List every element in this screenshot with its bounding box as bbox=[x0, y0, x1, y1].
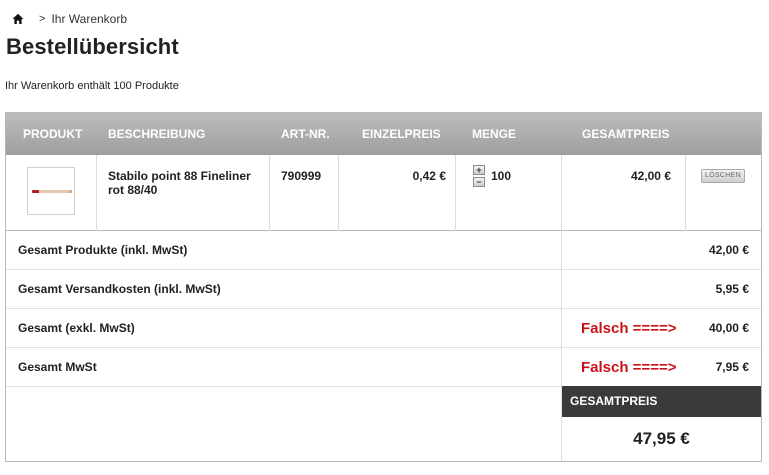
product-total-price: 42,00 € bbox=[630, 169, 671, 183]
table-row: Stabilo point 88 Fineliner rot 88/40 790… bbox=[6, 155, 761, 231]
cart-count-text: Ihr Warenkorb enthält 100 Produkte bbox=[5, 80, 179, 92]
summary-value: 7,95 € bbox=[715, 360, 749, 374]
fineliner-product-image bbox=[32, 190, 72, 193]
quantity-increase-button[interactable]: + bbox=[473, 165, 485, 175]
summary-row-vat: Gesamt MwSt Falsch ====> 7,95 € bbox=[6, 348, 761, 387]
summary-row-net-total: Gesamt (exkl. MwSt) Falsch ====> 40,00 € bbox=[6, 309, 761, 348]
cart-table: PRODUKT BESCHREIBUNG ART-NR. EINZELPREIS… bbox=[5, 112, 762, 462]
header-produkt: PRODUKT bbox=[23, 127, 83, 141]
header-beschreibung: BESCHREIBUNG bbox=[108, 127, 206, 141]
header-menge: MENGE bbox=[472, 127, 517, 141]
breadcrumb-separator: > bbox=[39, 13, 46, 25]
quantity-value[interactable]: 100 bbox=[491, 169, 511, 183]
breadcrumb-current: Ihr Warenkorb bbox=[51, 12, 128, 26]
breadcrumb: > Ihr Warenkorb bbox=[12, 12, 127, 26]
product-unit-price: 0,42 € bbox=[412, 169, 446, 183]
page-title: Bestellübersicht bbox=[6, 34, 179, 59]
grand-total-label: GESAMTPREIS bbox=[562, 386, 761, 417]
summary-row-shipping: Gesamt Versandkosten (inkl. MwSt) 5,95 € bbox=[6, 270, 761, 309]
header-einzelpreis: EINZELPREIS bbox=[362, 127, 441, 141]
table-header: PRODUKT BESCHREIBUNG ART-NR. EINZELPREIS… bbox=[6, 113, 761, 155]
summary-label: Gesamt Versandkosten (inkl. MwSt) bbox=[18, 282, 221, 296]
home-icon[interactable] bbox=[12, 13, 24, 25]
summary-value: 40,00 € bbox=[708, 321, 749, 335]
header-gesamtpreis: GESAMTPREIS bbox=[582, 127, 670, 141]
header-art-nr: ART-NR. bbox=[281, 127, 330, 141]
quantity-decrease-button[interactable]: − bbox=[473, 177, 485, 187]
summary-row-products: Gesamt Produkte (inkl. MwSt) 42,00 € bbox=[6, 231, 761, 270]
product-art-nr: 790999 bbox=[281, 169, 322, 183]
summary-label: Gesamt Produkte (inkl. MwSt) bbox=[18, 243, 188, 257]
falsch-annotation: Falsch ====> bbox=[581, 320, 677, 337]
falsch-annotation: Falsch ====> bbox=[581, 359, 677, 376]
summary-value: 42,00 € bbox=[708, 243, 749, 257]
product-thumbnail[interactable] bbox=[27, 167, 75, 215]
summary-value: 5,95 € bbox=[715, 282, 749, 296]
product-description: Stabilo point 88 Fineliner rot 88/40 bbox=[108, 169, 251, 197]
delete-button[interactable]: LÖSCHEN bbox=[701, 169, 745, 183]
summary-label: Gesamt (exkl. MwSt) bbox=[18, 321, 135, 335]
quantity-stepper: + − 100 bbox=[473, 165, 511, 187]
grand-total-value: 47,95 € bbox=[633, 429, 690, 448]
grand-total-section: GESAMTPREIS 47,95 € bbox=[6, 386, 761, 461]
summary-label: Gesamt MwSt bbox=[18, 360, 97, 374]
stepper-buttons: + − bbox=[473, 165, 485, 187]
